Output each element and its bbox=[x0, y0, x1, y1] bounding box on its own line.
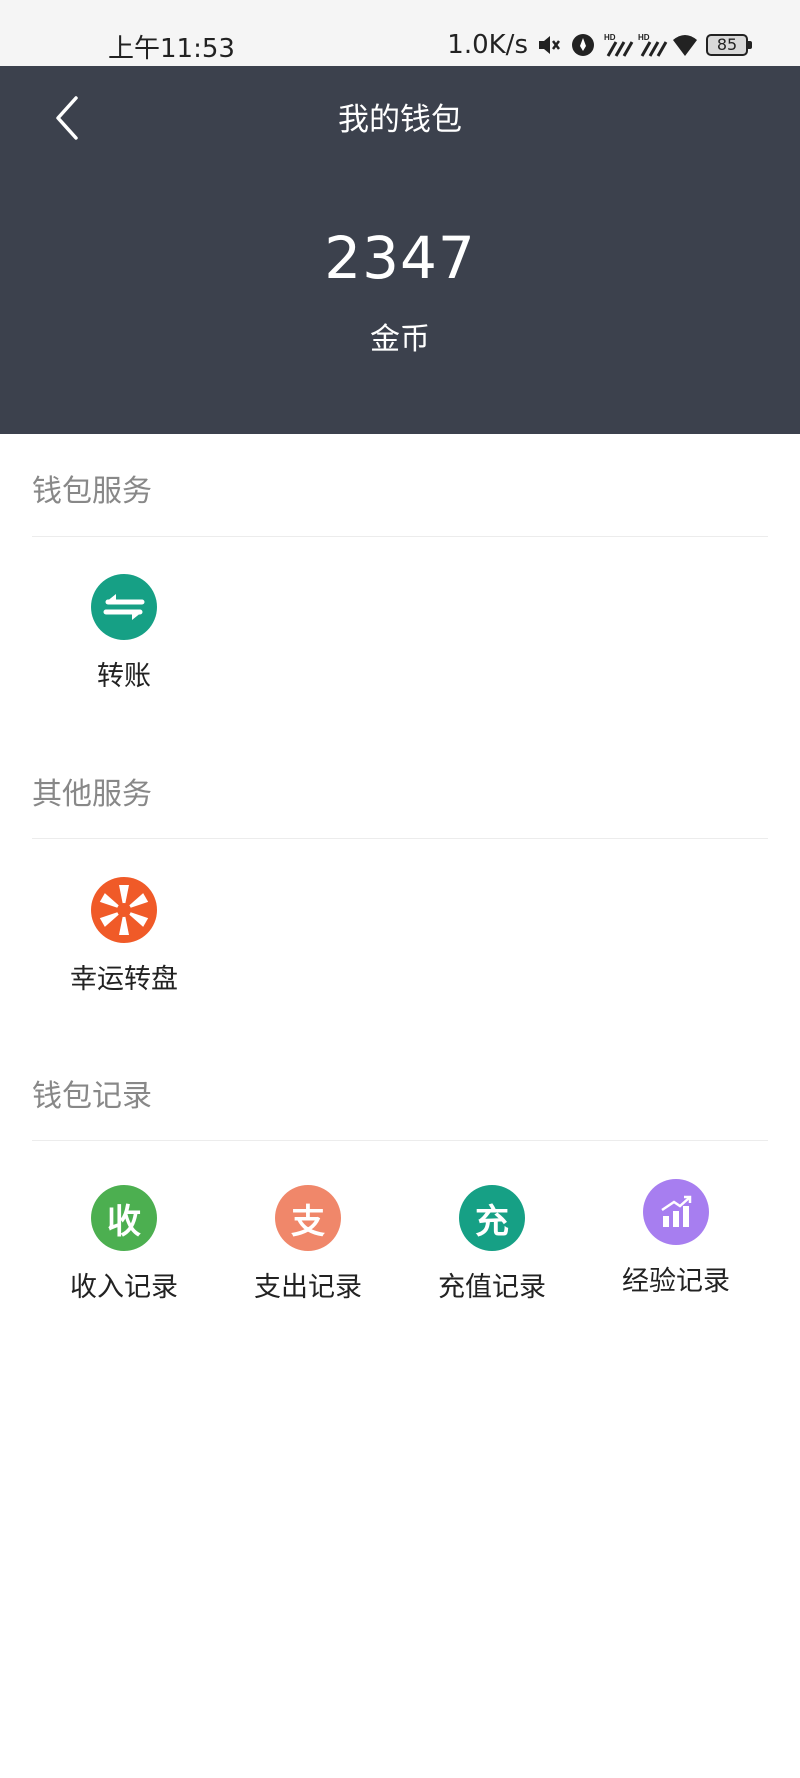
lucky-wheel-label: 幸运转盘 bbox=[70, 964, 178, 995]
status-time: 上午11:53 bbox=[108, 34, 235, 64]
divider bbox=[32, 1140, 768, 1141]
battery-icon: 85 bbox=[706, 34, 752, 56]
section-title: 钱包记录 bbox=[32, 1079, 152, 1114]
recharge-record-label: 充值记录 bbox=[438, 1272, 546, 1303]
recharge-icon: 充 bbox=[459, 1185, 525, 1251]
section-title: 钱包服务 bbox=[32, 474, 152, 509]
page-title: 我的钱包 bbox=[338, 102, 462, 138]
mute-icon bbox=[536, 32, 562, 58]
status-icons: 1.0K/s HD HD 85 bbox=[447, 28, 752, 62]
income-record-label: 收入记录 bbox=[70, 1272, 178, 1303]
lucky-wheel-icon bbox=[91, 877, 157, 943]
svg-text:HD: HD bbox=[638, 33, 650, 42]
income-record-button[interactable]: 收 收入记录 bbox=[32, 1185, 216, 1304]
status-bar: 上午11:53 1.0K/s HD HD 85 bbox=[0, 0, 800, 66]
network-speed: 1.0K/s bbox=[447, 30, 528, 60]
recharge-record-button[interactable]: 充 充值记录 bbox=[400, 1185, 584, 1304]
coin-balance: 2347 bbox=[324, 224, 476, 292]
experience-chart-icon bbox=[643, 1179, 709, 1245]
wifi-icon bbox=[672, 32, 698, 58]
signal-hd-icon-2: HD bbox=[638, 32, 668, 58]
divider bbox=[32, 536, 768, 537]
coin-unit: 金币 bbox=[370, 322, 430, 357]
experience-record-button[interactable]: 经验记录 bbox=[584, 1179, 768, 1298]
expense-record-button[interactable]: 支 支出记录 bbox=[216, 1185, 400, 1304]
transfer-icon bbox=[91, 574, 157, 640]
signal-hd-icon: HD bbox=[604, 32, 634, 58]
transfer-button[interactable]: 转账 bbox=[32, 574, 216, 693]
transfer-label: 转账 bbox=[97, 661, 151, 692]
wallet-header: 我的钱包 2347 金币 bbox=[0, 66, 800, 434]
experience-record-label: 经验记录 bbox=[622, 1266, 730, 1297]
section-title: 其他服务 bbox=[32, 777, 152, 812]
lucky-wheel-button[interactable]: 幸运转盘 bbox=[32, 877, 216, 996]
compass-icon bbox=[570, 32, 596, 58]
income-icon: 收 bbox=[91, 1185, 157, 1251]
expense-record-label: 支出记录 bbox=[254, 1272, 362, 1303]
divider bbox=[32, 838, 768, 839]
expense-icon: 支 bbox=[275, 1185, 341, 1251]
svg-text:HD: HD bbox=[604, 33, 616, 42]
